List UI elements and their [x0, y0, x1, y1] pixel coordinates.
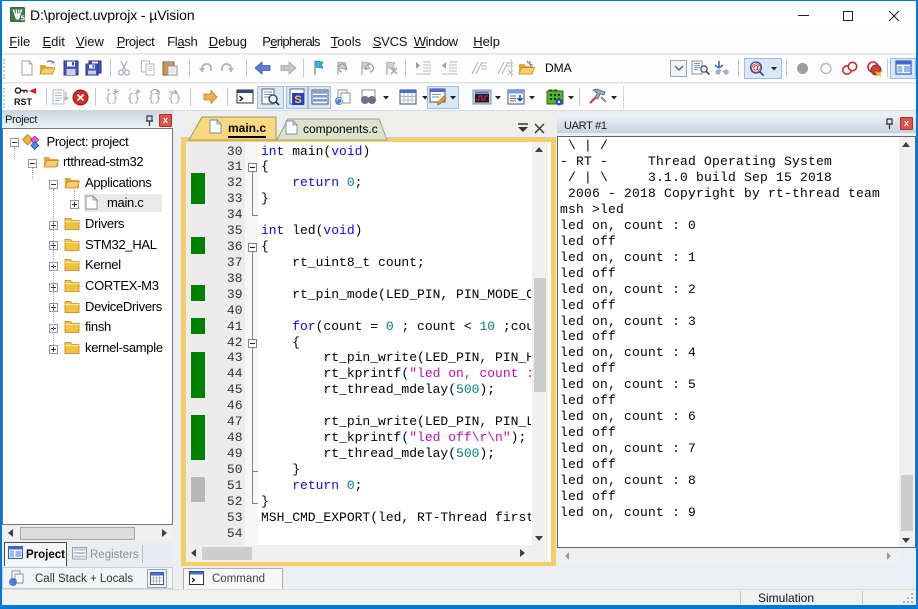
- svg-text:RST: RST: [14, 97, 33, 107]
- svg-text:{}: {}: [148, 93, 161, 105]
- svg-text:S: S: [294, 94, 301, 106]
- svg-text:5: 5: [21, 14, 25, 23]
- svg-text:{}: {}: [105, 93, 118, 105]
- svg-text:{}: {}: [127, 93, 140, 105]
- svg-text:{}: {}: [168, 93, 181, 105]
